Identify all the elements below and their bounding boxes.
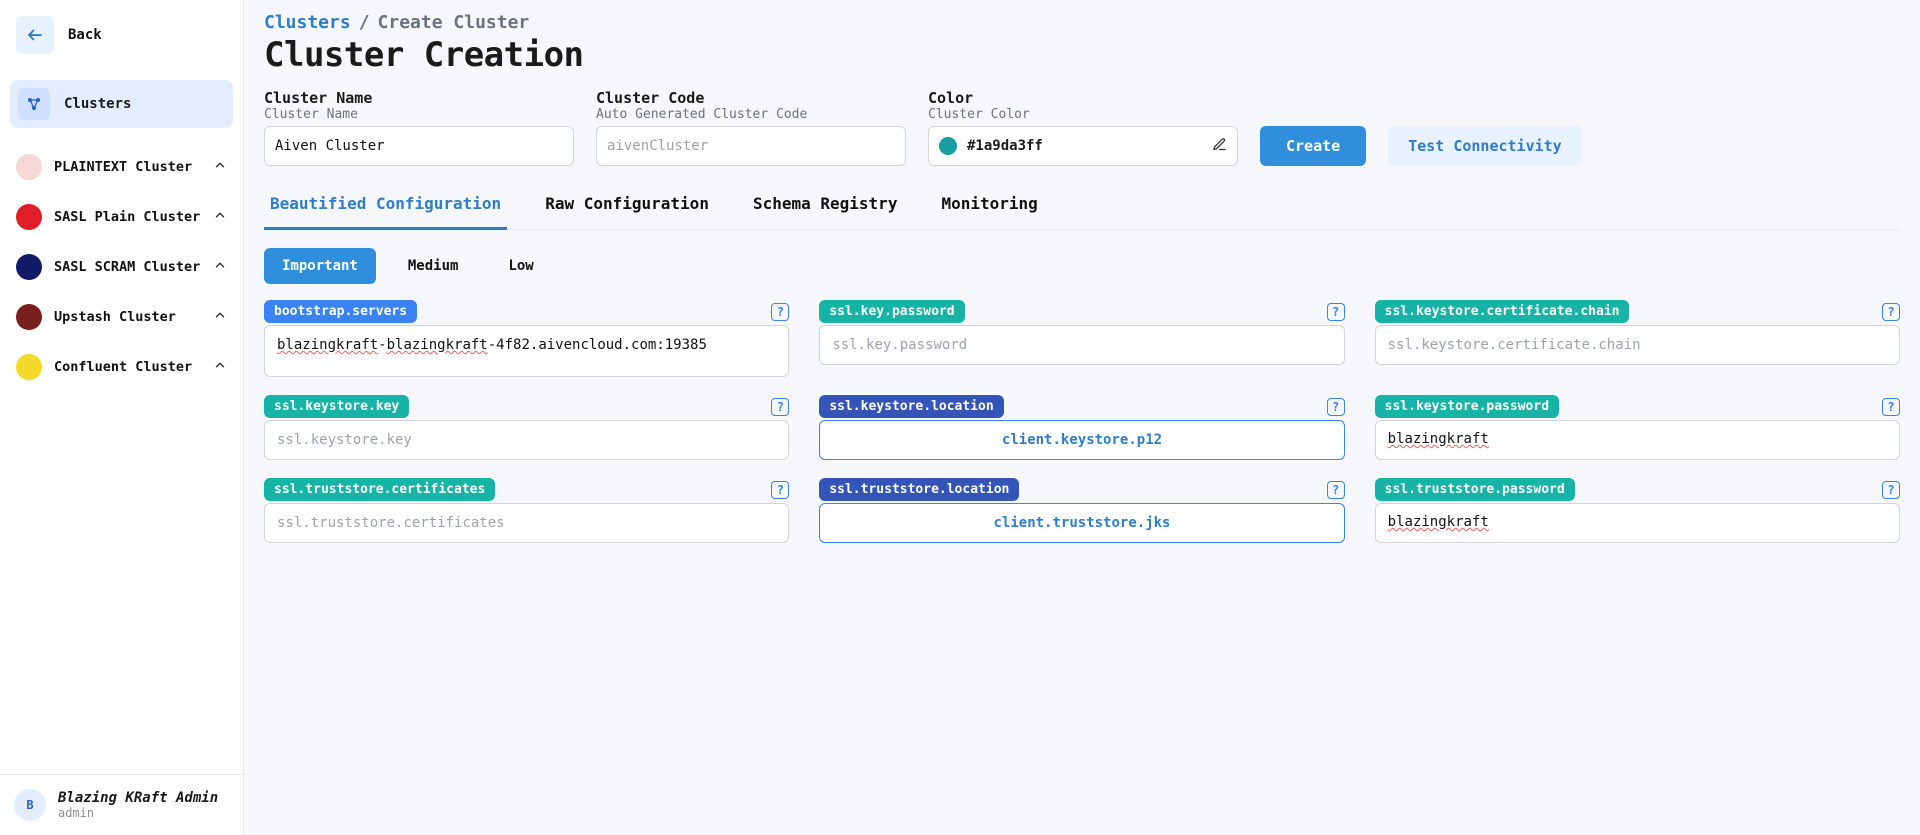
config-field: ssl.keystore.password? blazingkraft (1375, 395, 1900, 460)
back-label: Back (68, 27, 102, 43)
sidebar-cluster-item[interactable]: Confluent Cluster (10, 342, 233, 392)
pencil-icon[interactable] (1212, 137, 1227, 156)
chevron-up-icon (213, 358, 227, 376)
cluster-color-hint: Cluster Color (928, 107, 1238, 122)
config-label-badge: ssl.truststore.location (819, 478, 1019, 501)
tabs: Beautified Configuration Raw Configuratio… (264, 180, 1900, 230)
config-field: ssl.truststore.location? (819, 478, 1344, 543)
color-swatch (939, 137, 957, 155)
config-input[interactable] (264, 503, 789, 543)
config-field: ssl.keystore.location? (819, 395, 1344, 460)
chevron-up-icon (213, 308, 227, 326)
breadcrumb: Clusters / Create Cluster (264, 12, 1900, 33)
back-arrow-icon (16, 16, 54, 54)
sidebar-user[interactable]: B Blazing KRaft Admin admin (0, 774, 243, 835)
cluster-color-dot (16, 204, 42, 230)
cluster-color-dot (16, 254, 42, 280)
sidebar-cluster-item[interactable]: PLAINTEXT Cluster (10, 142, 233, 192)
cluster-code-input (596, 126, 906, 166)
help-icon[interactable]: ? (1882, 398, 1900, 416)
config-grid: bootstrap.servers? blazingkraft-blazingkr… (264, 300, 1900, 543)
cluster-name-input[interactable] (264, 126, 574, 166)
sidebar-cluster-list: PLAINTEXT Cluster SASL Plain Cluster SASL … (0, 136, 243, 774)
config-input[interactable] (819, 420, 1344, 460)
tab[interactable]: Raw Configuration (539, 180, 715, 229)
tab[interactable]: Schema Registry (747, 180, 904, 229)
avatar: B (14, 789, 46, 821)
sidebar: Back Clusters PLAINTEXT Cluster SASL Plai… (0, 0, 244, 835)
help-icon[interactable]: ? (1882, 481, 1900, 499)
config-label-badge: bootstrap.servers (264, 300, 417, 323)
config-input[interactable] (819, 503, 1344, 543)
sidebar-cluster-label: Upstash Cluster (54, 309, 201, 325)
sidebar-cluster-label: Confluent Cluster (54, 359, 201, 375)
config-field: ssl.truststore.password? blazingkraft (1375, 478, 1900, 543)
page-title: Cluster Creation (264, 35, 1900, 75)
config-field: ssl.keystore.key? (264, 395, 789, 460)
config-input[interactable] (264, 420, 789, 460)
help-icon[interactable]: ? (1327, 481, 1345, 499)
chevron-up-icon (213, 258, 227, 276)
breadcrumb-root[interactable]: Clusters (264, 12, 351, 33)
help-icon[interactable]: ? (1327, 303, 1345, 321)
back-button[interactable]: Back (10, 10, 233, 60)
config-label-badge: ssl.key.password (819, 300, 964, 323)
chevron-up-icon (213, 158, 227, 176)
sidebar-active-item[interactable]: Clusters (10, 80, 233, 128)
config-label-badge: ssl.truststore.password (1375, 478, 1575, 501)
config-input[interactable]: blazingkraft-blazingkraft-4f82.aivenclou… (264, 325, 789, 377)
config-input[interactable] (819, 325, 1344, 365)
tab[interactable]: Monitoring (935, 180, 1043, 229)
help-icon[interactable]: ? (771, 481, 789, 499)
sidebar-cluster-item[interactable]: Upstash Cluster (10, 292, 233, 342)
config-label-badge: ssl.keystore.password (1375, 395, 1559, 418)
sidebar-cluster-label: SASL Plain Cluster (54, 209, 201, 225)
priority-pill[interactable]: Medium (390, 248, 477, 284)
cluster-color-dot (16, 354, 42, 380)
config-input[interactable]: blazingkraft (1375, 503, 1900, 543)
help-icon[interactable]: ? (1327, 398, 1345, 416)
sidebar-active-label: Clusters (64, 96, 131, 112)
config-label-badge: ssl.truststore.certificates (264, 478, 495, 501)
priority-pill[interactable]: Low (490, 248, 551, 284)
sidebar-cluster-item[interactable]: SASL Plain Cluster (10, 192, 233, 242)
user-role: admin (58, 806, 218, 820)
config-input[interactable] (1375, 325, 1900, 365)
clusters-icon (18, 88, 50, 120)
chevron-up-icon (213, 208, 227, 226)
breadcrumb-sep: / (359, 12, 370, 33)
cluster-color-dot (16, 154, 42, 180)
config-field: ssl.keystore.certificate.chain? (1375, 300, 1900, 377)
tab[interactable]: Beautified Configuration (264, 180, 507, 230)
cluster-code-hint: Auto Generated Cluster Code (596, 107, 906, 122)
config-field: ssl.truststore.certificates? (264, 478, 789, 543)
config-field: bootstrap.servers? blazingkraft-blazingkr… (264, 300, 789, 377)
config-label-badge: ssl.keystore.location (819, 395, 1003, 418)
sidebar-cluster-label: PLAINTEXT Cluster (54, 159, 201, 175)
cluster-code-label: Cluster Code (596, 89, 906, 107)
cluster-name-hint: Cluster Name (264, 107, 574, 122)
cluster-color-input[interactable]: #1a9da3ff (928, 126, 1238, 166)
main-content: Clusters / Create Cluster Cluster Creati… (244, 0, 1920, 835)
sidebar-cluster-label: SASL SCRAM Cluster (54, 259, 201, 275)
breadcrumb-current: Create Cluster (378, 12, 530, 33)
config-label-badge: ssl.keystore.key (264, 395, 409, 418)
sidebar-cluster-item[interactable]: SASL SCRAM Cluster (10, 242, 233, 292)
cluster-name-label: Cluster Name (264, 89, 574, 107)
help-icon[interactable]: ? (771, 398, 789, 416)
user-name: Blazing KRaft Admin (58, 790, 218, 806)
help-icon[interactable]: ? (771, 303, 789, 321)
priority-pill[interactable]: Important (264, 248, 376, 284)
help-icon[interactable]: ? (1882, 303, 1900, 321)
create-button[interactable]: Create (1260, 126, 1366, 166)
color-hex: #1a9da3ff (967, 138, 1202, 154)
config-input[interactable]: blazingkraft (1375, 420, 1900, 460)
priority-pills: Important Medium Low (264, 248, 1900, 284)
config-label-badge: ssl.keystore.certificate.chain (1375, 300, 1630, 323)
config-field: ssl.key.password? (819, 300, 1344, 377)
cluster-color-dot (16, 304, 42, 330)
test-connectivity-button[interactable]: Test Connectivity (1388, 126, 1582, 166)
cluster-color-label: Color (928, 89, 1238, 107)
